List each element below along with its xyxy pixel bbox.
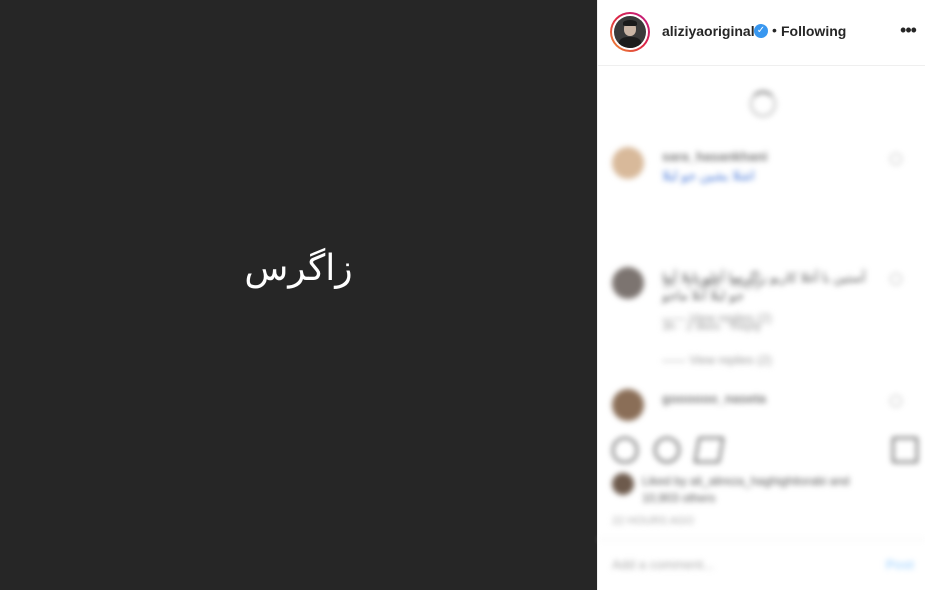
liker-avatar[interactable] — [612, 473, 634, 495]
post-sidebar: aliziyaoriginal ✓ • Following ••• sara_h… — [597, 0, 925, 590]
comment-username[interactable]: sara_hasankhani — [662, 149, 768, 164]
comment-meta[interactable]: 3h · 2 likes · Reply — [662, 319, 761, 333]
more-options-icon[interactable]: ••• — [898, 21, 918, 42]
commenter-avatar[interactable] — [612, 389, 644, 421]
profile-username[interactable]: aliziyaoriginal — [662, 23, 755, 39]
view-replies-link[interactable]: —— View replies (2) — [662, 353, 772, 367]
post-media[interactable]: زاگرس — [0, 0, 597, 590]
post-comment-button[interactable]: Post — [886, 557, 914, 572]
bookmark-icon[interactable] — [892, 437, 918, 463]
following-button[interactable]: Following — [781, 23, 846, 39]
post-actions — [598, 431, 925, 471]
post-timestamp[interactable]: 22 hours ago — [612, 515, 694, 527]
comment-text: اشلا بشین جو لبلا — [662, 168, 755, 183]
heart-icon[interactable] — [612, 437, 638, 463]
comment-input[interactable]: Add a comment... — [612, 557, 714, 572]
verified-badge-icon: ✓ — [754, 24, 768, 38]
loading-spinner-icon — [750, 91, 776, 117]
add-comment-bar: Add a comment... Post — [598, 539, 925, 590]
comment-like-icon[interactable] — [890, 273, 902, 285]
likes-text[interactable]: Liked by ali_alireza_haghighitorabi and … — [642, 473, 882, 507]
media-text: زاگرس — [244, 248, 353, 289]
comment-username[interactable]: goooooo_naseta — [662, 391, 766, 406]
separator-dot: • — [772, 22, 777, 38]
comments-area-blurred: sara_hasankhani اشلا بشین جو لبلا 3h · 2… — [598, 67, 925, 590]
share-icon[interactable] — [693, 437, 725, 463]
comment-like-icon[interactable] — [890, 153, 902, 165]
profile-avatar[interactable] — [610, 12, 650, 52]
comment-like-icon[interactable] — [890, 395, 902, 407]
comment-icon[interactable] — [654, 437, 680, 463]
comment-text: آستین با آغلا کاریو زاگرسا آغلو تابلا آن… — [662, 270, 866, 303]
commenter-avatar[interactable] — [612, 147, 644, 179]
commenter-avatar[interactable] — [612, 267, 644, 299]
post-header: aliziyaoriginal ✓ • Following ••• — [598, 0, 925, 66]
